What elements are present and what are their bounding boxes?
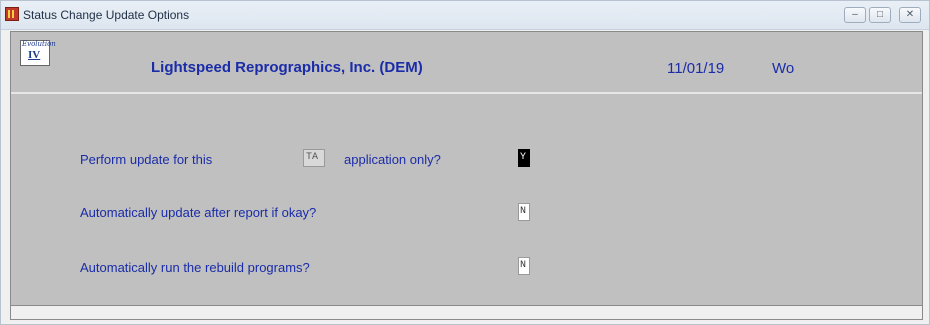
- application-icon[interactable]: [5, 7, 19, 21]
- logo-mark-text: IV: [28, 49, 41, 61]
- status-change-update-options-window: Status Change Update Options – □ ✕ Evolu…: [0, 0, 930, 325]
- window-title: Status Change Update Options: [23, 8, 190, 22]
- perform-update-application-only-input[interactable]: Y: [518, 149, 530, 167]
- system-date: 11/01/19: [667, 60, 725, 77]
- maximize-button[interactable]: □: [869, 7, 891, 23]
- status-strip: [10, 306, 923, 320]
- auto-update-after-report-input[interactable]: N: [518, 203, 530, 221]
- evolution-logo: Evolution IV: [20, 40, 56, 66]
- auto-run-rebuild-input[interactable]: N: [518, 257, 530, 275]
- form-client-area: Evolution IV Lightspeed Reprographics, I…: [10, 31, 923, 306]
- minimize-button[interactable]: –: [844, 7, 866, 23]
- title-bar[interactable]: Status Change Update Options – □ ✕: [1, 1, 929, 30]
- application-code-field: TA: [303, 149, 325, 167]
- auto-run-rebuild-label: Automatically run the rebuild programs?: [80, 260, 310, 275]
- logo-script-text: Evolution: [22, 40, 56, 48]
- company-name: Lightspeed Reprographics, Inc. (DEM): [151, 59, 423, 76]
- close-button[interactable]: ✕: [899, 7, 921, 23]
- header-band: Evolution IV Lightspeed Reprographics, I…: [11, 32, 922, 94]
- auto-update-after-report-label: Automatically update after report if oka…: [80, 205, 317, 220]
- perform-update-label-suffix: application only?: [344, 152, 441, 167]
- user-id: Wo: [772, 60, 795, 77]
- perform-update-label-prefix: Perform update for this: [80, 152, 213, 167]
